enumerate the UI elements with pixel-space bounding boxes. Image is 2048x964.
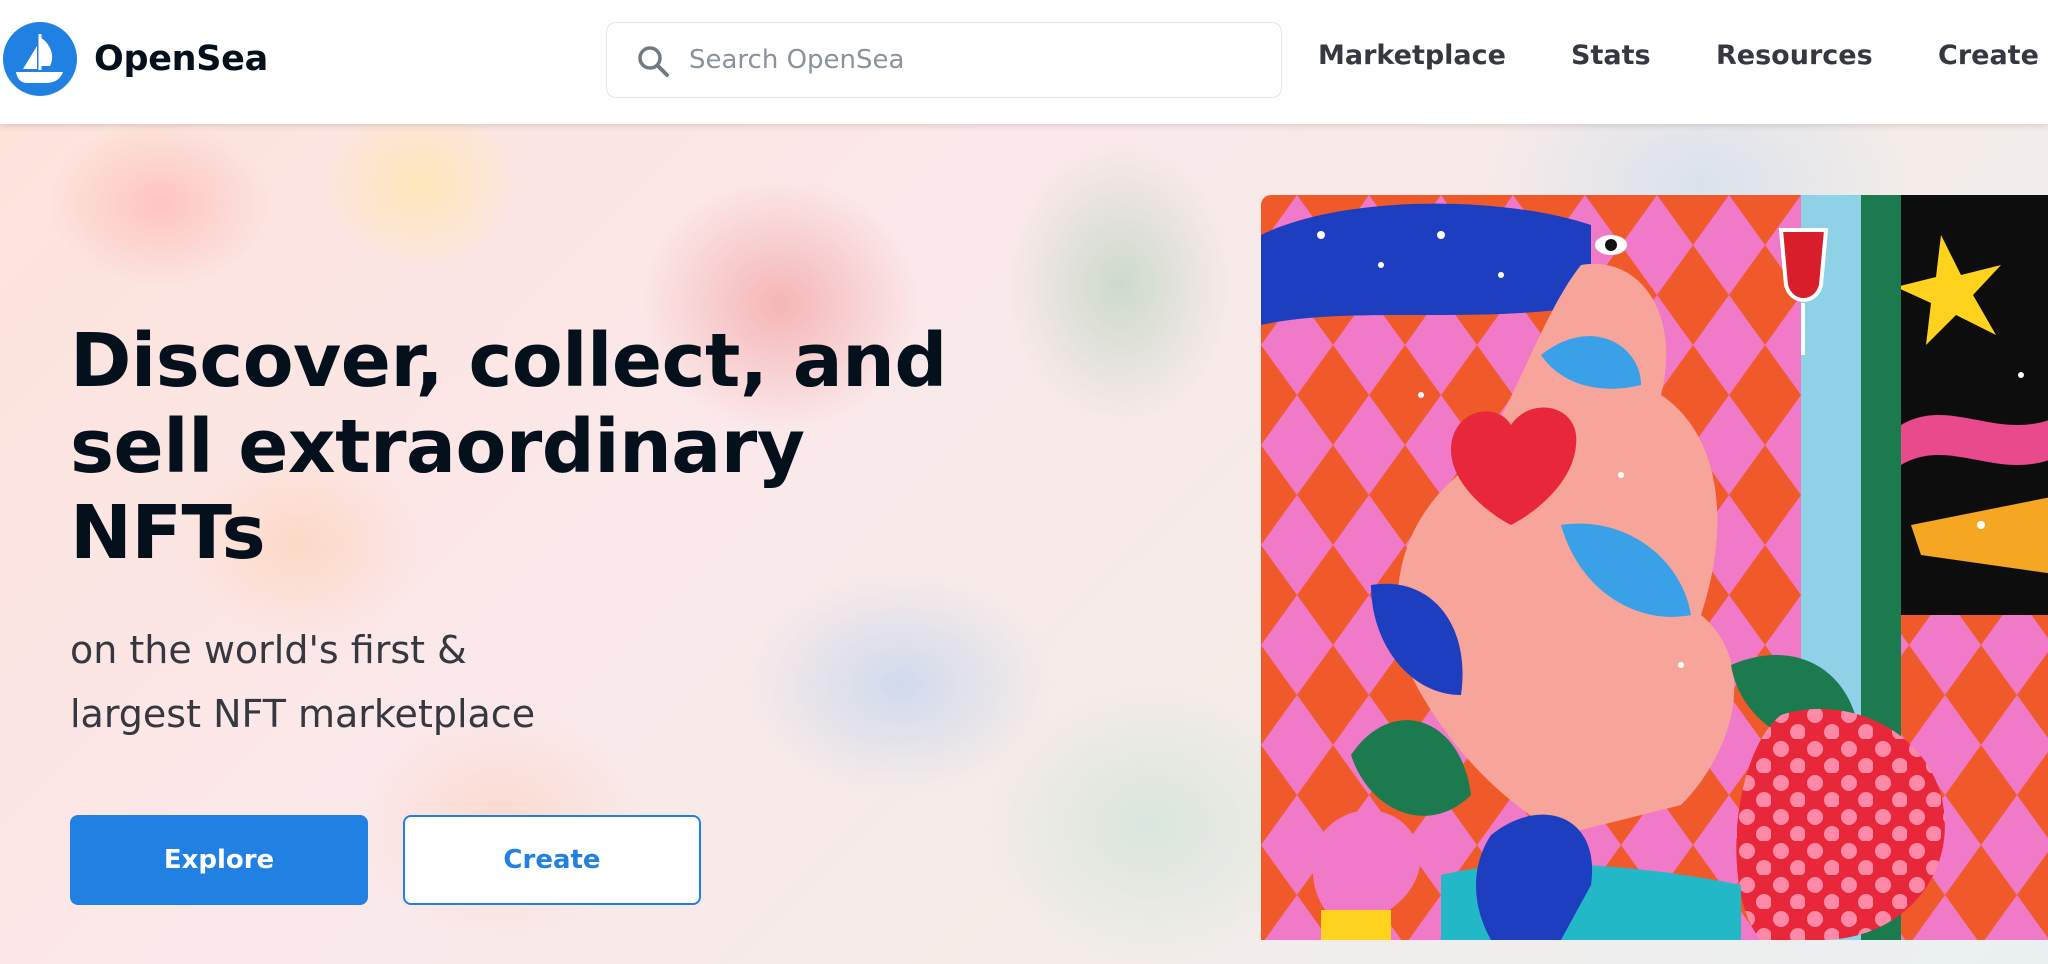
- hero-subheadline: on the world's first & largest NFT marke…: [70, 618, 770, 746]
- brand-name: OpenSea: [94, 39, 268, 79]
- nav-resources[interactable]: Resources: [1716, 40, 1873, 71]
- search-input[interactable]: [689, 23, 1249, 97]
- logo-link[interactable]: OpenSea: [0, 22, 268, 96]
- explore-button[interactable]: Explore: [70, 815, 368, 905]
- top-navbar: OpenSea Marketplace Stats Resources Crea…: [0, 0, 2048, 124]
- headline-line: Discover, collect, and: [70, 318, 947, 404]
- headline-line: sell extraordinary: [70, 404, 805, 490]
- subheadline-line: largest NFT marketplace: [70, 692, 536, 736]
- search-icon: [638, 46, 669, 77]
- featured-nft-artwork[interactable]: [1261, 195, 2048, 940]
- artwork-illustration: [1261, 195, 2048, 940]
- search-bar[interactable]: [606, 22, 1282, 98]
- nav-create[interactable]: Create: [1938, 40, 2039, 71]
- hero-headline: Discover, collect, and sell extraordinar…: [70, 318, 970, 576]
- create-button[interactable]: Create: [403, 815, 701, 905]
- hero-section: Discover, collect, and sell extraordinar…: [0, 124, 2048, 964]
- nav-marketplace[interactable]: Marketplace: [1318, 40, 1506, 71]
- subheadline-line: on the world's first &: [70, 628, 467, 672]
- headline-line: NFTs: [70, 490, 266, 576]
- opensea-logo-icon: [3, 22, 77, 96]
- nav-stats[interactable]: Stats: [1571, 40, 1651, 71]
